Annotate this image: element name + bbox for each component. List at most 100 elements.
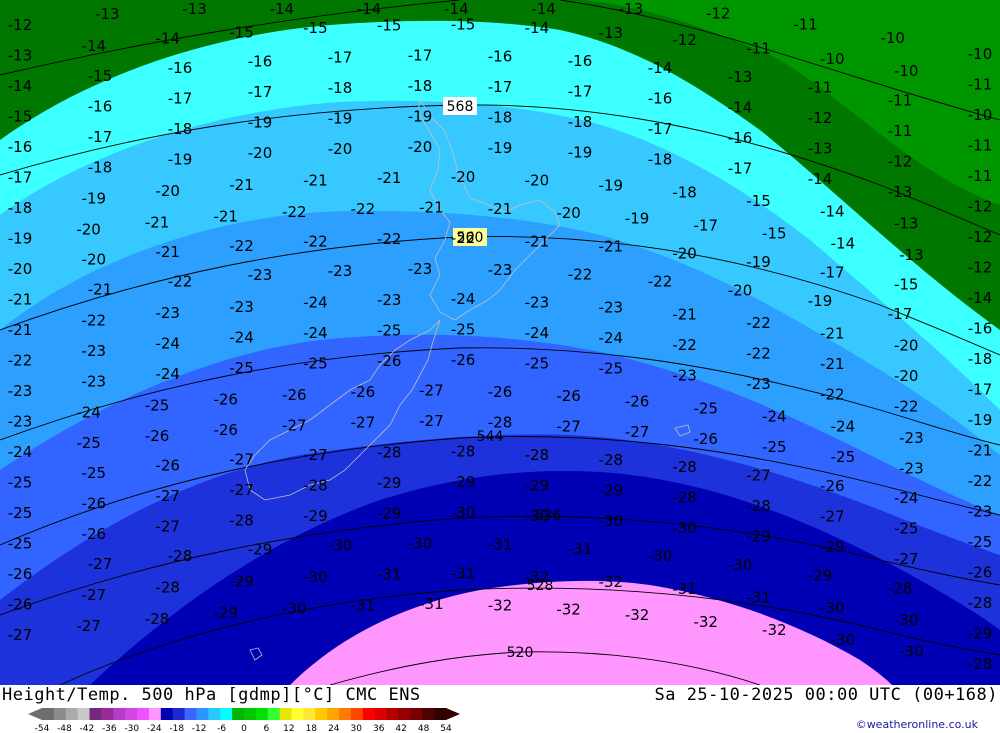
temperature-label: -17: [728, 159, 753, 177]
temperature-label: -24: [155, 365, 180, 383]
temperature-label: -22: [282, 203, 307, 221]
legend-arrow-right: [446, 708, 460, 720]
temperature-label: -23: [746, 375, 771, 393]
temperature-label: -24: [762, 408, 787, 426]
legend-tick-label: 18: [306, 724, 318, 733]
temperature-label: -19: [968, 411, 993, 429]
height-label: 544: [477, 429, 504, 445]
legend-tick-label: 6: [264, 724, 270, 733]
temperature-label: -23: [8, 382, 33, 400]
temperature-label: -10: [968, 45, 993, 63]
temperature-label: -18: [568, 113, 593, 131]
temperature-label: -27: [820, 507, 845, 525]
temperature-label: -30: [408, 534, 433, 552]
temperature-label: -21: [820, 324, 845, 342]
temperature-label: -15: [229, 23, 254, 41]
temperature-label: -21: [672, 306, 697, 324]
temperature-label: -28: [451, 443, 476, 461]
temperature-label: -30: [894, 611, 919, 629]
temperature-label: -23: [377, 291, 402, 309]
temperature-label: -13: [8, 46, 33, 64]
temperature-label: -22: [351, 200, 376, 218]
temperature-label: -13: [728, 68, 753, 86]
temperature-label: -22: [168, 272, 193, 290]
legend-swatch: [398, 708, 411, 720]
temperature-label: -13: [182, 0, 207, 18]
temperature-label: -13: [894, 214, 919, 232]
temperature-label: -25: [894, 519, 919, 537]
temperature-label: -16: [88, 97, 113, 115]
temperature-label: -28: [888, 579, 913, 597]
temperature-label: -29: [248, 541, 273, 559]
temperature-label: -30: [282, 600, 307, 618]
temperature-label: -18: [968, 350, 993, 368]
legend-swatch: [410, 708, 423, 720]
temperature-label: -28: [525, 446, 550, 464]
legend-swatch: [42, 708, 55, 720]
legend-tick-label: 42: [395, 724, 406, 733]
temperature-label: -12: [968, 197, 993, 215]
legend-swatch: [255, 708, 269, 720]
legend-swatch: [327, 708, 340, 720]
temperature-label: -22: [968, 472, 993, 490]
temperature-label: -25: [831, 448, 856, 466]
legend-swatch: [172, 708, 185, 720]
color-legend: -54 -48 -42 -36 -30 -24 -18 -12 -6 0 6 12 18 24 30 36 42…: [28, 708, 460, 733]
temperature-label: -13: [888, 183, 913, 201]
temperature-label: -26: [488, 383, 513, 401]
temperature-label: -16: [488, 47, 513, 65]
temperature-label: -28: [968, 594, 993, 612]
temperature-label: -22: [451, 229, 476, 247]
temperature-label: -23: [82, 373, 107, 391]
temperature-label: -29: [746, 528, 771, 546]
temperature-label: -30: [831, 631, 856, 649]
legend-tick-label: -54: [35, 724, 50, 733]
temperature-label: -16: [728, 129, 753, 147]
temperature-label: -20: [248, 144, 273, 162]
temperature-label: -23: [248, 266, 273, 284]
temperature-label: -27: [76, 617, 101, 635]
temperature-label: -26: [8, 565, 33, 583]
legend-swatch: [267, 708, 281, 720]
temperature-label: -11: [968, 167, 993, 185]
temperature-label: -25: [8, 534, 33, 552]
temperature-label: -29: [229, 572, 254, 590]
temperature-label: -19: [808, 292, 833, 310]
temperature-label: -16: [248, 53, 273, 71]
temperature-label: -20: [525, 171, 550, 189]
legend-swatch: [89, 708, 102, 720]
temperature-label: -21: [303, 172, 328, 190]
temperature-label: -21: [525, 232, 550, 250]
legend-swatch: [77, 708, 90, 720]
temperature-label: -26: [556, 387, 581, 405]
temperature-label: -29: [808, 567, 833, 585]
temperature-label: -20: [728, 281, 753, 299]
temperature-label: -23: [82, 342, 107, 360]
footer: Height/Temp. 500 hPa [gdmp][°C] CMC ENS …: [0, 685, 1000, 733]
temperature-label: -22: [648, 273, 673, 291]
temperature-label: -26: [820, 477, 845, 495]
temperature-label: -10: [880, 29, 905, 47]
temperature-label: -12: [808, 109, 833, 127]
temperature-label: -25: [82, 464, 107, 482]
temperature-label: -16: [968, 319, 993, 337]
temperature-label: -31: [419, 595, 444, 613]
legend-swatch: [160, 708, 174, 720]
temperature-label: -12: [672, 31, 697, 49]
temperature-label: -25: [303, 355, 328, 373]
temperature-label: -24: [155, 334, 180, 352]
legend-tick-label: -30: [124, 724, 139, 733]
temperature-label: -20: [76, 221, 101, 239]
temperature-label: -23: [408, 260, 433, 278]
temperature-label: -22: [303, 233, 328, 251]
legend-swatch: [350, 708, 364, 720]
legend-swatch: [374, 708, 387, 720]
temperature-label: -23: [899, 459, 924, 477]
temperature-label: -22: [568, 266, 593, 284]
temperature-label: -31: [488, 535, 513, 553]
legend-tick-label: -18: [169, 724, 184, 733]
temperature-label: -27: [419, 412, 444, 430]
temperature-label: -25: [525, 354, 550, 372]
temperature-label: -17: [168, 89, 193, 107]
credit-link[interactable]: ©weatheronline.co.uk: [856, 718, 978, 731]
